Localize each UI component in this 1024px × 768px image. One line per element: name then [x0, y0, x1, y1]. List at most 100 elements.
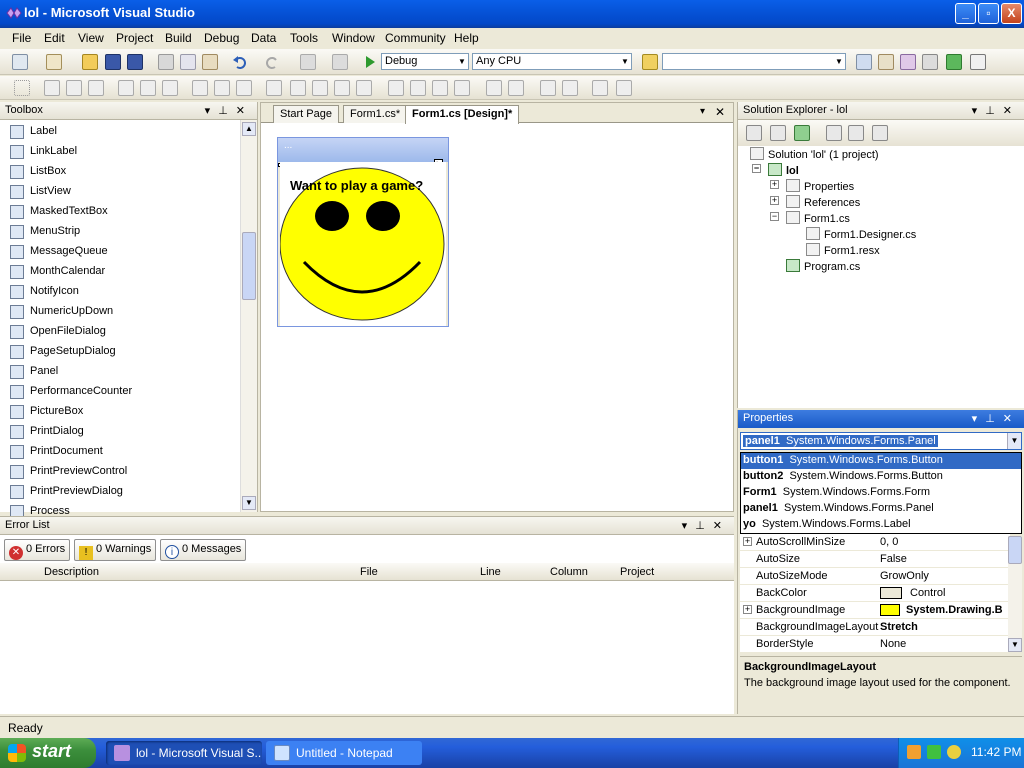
toolbox-item-printpreviewdialog[interactable]: PrintPreviewDialog	[0, 482, 240, 502]
object-option-button1[interactable]: button1 System.Windows.Forms.Button	[741, 453, 1021, 469]
increase-vertical-spacing-icon[interactable]	[410, 80, 426, 96]
column-project[interactable]: Project	[620, 566, 654, 578]
menu-edit[interactable]: Edit	[44, 31, 65, 45]
minimize-button[interactable]: _	[955, 3, 976, 24]
chevron-down-icon[interactable]: ▼	[1007, 433, 1021, 449]
menu-data[interactable]: Data	[251, 31, 276, 45]
tree-form1-resx[interactable]: Form1.resx	[806, 243, 880, 257]
align-bottoms-icon[interactable]	[162, 80, 178, 96]
property-row-backcolor[interactable]: BackColor Control	[740, 585, 1010, 602]
decrease-vertical-spacing-icon[interactable]	[432, 80, 448, 96]
panel-buttons[interactable]: ▾⊥✕	[972, 412, 1020, 425]
property-row-borderstyle[interactable]: BorderStyle None	[740, 636, 1010, 653]
toolbox-item-printpreviewcontrol[interactable]: PrintPreviewControl	[0, 462, 240, 482]
property-row-autosizemode[interactable]: AutoSizeMode GrowOnly	[740, 568, 1010, 585]
send-to-back-icon[interactable]	[562, 80, 578, 96]
menu-project[interactable]: Project	[116, 31, 153, 45]
solution-explorer-icon[interactable]	[856, 54, 872, 70]
object-browser-icon[interactable]	[900, 54, 916, 70]
properties-window-icon[interactable]	[878, 54, 894, 70]
menu-view[interactable]: View	[78, 31, 104, 45]
toolbox-item-pagesetupdialog[interactable]: PageSetupDialog	[0, 342, 240, 362]
collapse-icon[interactable]: −	[770, 212, 779, 221]
tree-project-lol[interactable]: − lol	[752, 163, 799, 177]
view-code-icon[interactable]	[826, 125, 842, 141]
start-debugging-icon[interactable]	[362, 54, 378, 70]
tree-program-cs[interactable]: Program.cs	[786, 259, 860, 273]
close-button[interactable]: X	[1001, 3, 1022, 24]
column-description[interactable]: Description	[44, 566, 99, 578]
messages-filter-button[interactable]: i0 Messages	[160, 539, 247, 561]
scroll-down-icon[interactable]: ▼	[242, 496, 256, 510]
make-same-width-icon[interactable]	[192, 80, 208, 96]
remove-vertical-spacing-icon[interactable]	[454, 80, 470, 96]
horizontal-spacing-icon[interactable]	[290, 80, 306, 96]
tab-form1-design[interactable]: Form1.cs [Design]*	[405, 105, 520, 124]
new-project-icon[interactable]	[12, 54, 28, 70]
column-line[interactable]: Line	[480, 566, 501, 578]
tree-properties[interactable]: + Properties	[770, 179, 854, 193]
decrease-horizontal-spacing-icon[interactable]	[334, 80, 350, 96]
collapse-icon[interactable]: −	[752, 164, 761, 173]
copy-icon[interactable]	[180, 54, 196, 70]
expand-icon[interactable]: +	[770, 180, 779, 189]
task-visual-studio[interactable]: lol - Microsoft Visual S...	[106, 741, 262, 765]
panel-buttons[interactable]: ▾⊥✕	[972, 104, 1020, 117]
tab-form1-code[interactable]: Form1.cs*	[343, 105, 408, 123]
start-page-icon[interactable]	[946, 54, 962, 70]
center-vertically-icon[interactable]	[508, 80, 524, 96]
toolbox-item-panel[interactable]: Panel	[0, 362, 240, 382]
class-diagram-icon[interactable]	[872, 125, 888, 141]
find-in-files-icon[interactable]	[642, 54, 658, 70]
expand-icon[interactable]: +	[743, 605, 752, 614]
object-select[interactable]: panel1 System.Windows.Forms.Panel ▼	[740, 432, 1022, 450]
properties-icon[interactable]	[746, 125, 762, 141]
column-column[interactable]: Column	[550, 566, 588, 578]
toolbox-item-label[interactable]: Label	[0, 122, 240, 142]
form1-preview[interactable]: ... ▸ Want to play a game?	[277, 137, 449, 327]
column-file[interactable]: File	[360, 566, 378, 578]
task-notepad[interactable]: Untitled - Notepad	[266, 741, 422, 765]
align-middles-icon[interactable]	[140, 80, 156, 96]
toolbox-item-maskedtextbox[interactable]: MaskedTextBox	[0, 202, 240, 222]
tree-references[interactable]: + References	[770, 195, 860, 209]
toolbox-item-messagequeue[interactable]: MessageQueue	[0, 242, 240, 262]
align-lefts-icon[interactable]	[44, 80, 60, 96]
menu-community[interactable]: Community	[385, 31, 446, 45]
refresh-icon[interactable]	[794, 125, 810, 141]
toolbox-item-printdocument[interactable]: PrintDocument	[0, 442, 240, 462]
object-option-panel1[interactable]: panel1 System.Windows.Forms.Panel	[741, 501, 1021, 517]
property-grid-scrollbar[interactable]: ▼	[1008, 536, 1022, 652]
tab-start-page[interactable]: Start Page	[273, 105, 339, 123]
tray-network-icon[interactable]	[927, 745, 941, 759]
tray-search-icon[interactable]	[947, 745, 961, 759]
platform-select[interactable]: Any CPU ▼	[472, 53, 632, 70]
paste-icon[interactable]	[202, 54, 218, 70]
object-option-yo[interactable]: yo System.Windows.Forms.Label	[741, 517, 1021, 533]
toolbox-item-printdialog[interactable]: PrintDialog	[0, 422, 240, 442]
show-all-files-icon[interactable]	[770, 125, 786, 141]
scroll-thumb[interactable]	[242, 232, 256, 300]
menu-build[interactable]: Build	[165, 31, 192, 45]
align-centers-icon[interactable]	[66, 80, 82, 96]
panel-buttons[interactable]: ▾⊥✕	[682, 519, 730, 532]
toolbox-item-notifyicon[interactable]: NotifyIcon	[0, 282, 240, 302]
add-item-icon[interactable]	[46, 54, 62, 70]
toolbox-item-performancecounter[interactable]: PerformanceCounter	[0, 382, 240, 402]
toolbox-item-menustrip[interactable]: MenuStrip	[0, 222, 240, 242]
expand-icon[interactable]: +	[743, 537, 752, 546]
redo-icon[interactable]	[264, 54, 280, 70]
tab-dropdown-icon[interactable]: ▾	[700, 106, 705, 117]
menu-debug[interactable]: Debug	[204, 31, 239, 45]
increase-horizontal-spacing-icon[interactable]	[312, 80, 328, 96]
tray-app-icon[interactable]	[907, 745, 921, 759]
toolbox-item-linklabel[interactable]: LinkLabel	[0, 142, 240, 162]
align-rights-icon[interactable]	[88, 80, 104, 96]
view-designer-icon[interactable]	[848, 125, 864, 141]
make-same-height-icon[interactable]	[214, 80, 230, 96]
property-row-backgroundimagelayout[interactable]: BackgroundImageLayout Stretch	[740, 619, 1010, 636]
toolbox-window-icon[interactable]	[922, 54, 938, 70]
property-row-autoscrollminsize[interactable]: + AutoScrollMinSize 0, 0	[740, 534, 1010, 551]
menu-help[interactable]: Help	[454, 31, 479, 45]
cut-icon[interactable]	[158, 54, 174, 70]
